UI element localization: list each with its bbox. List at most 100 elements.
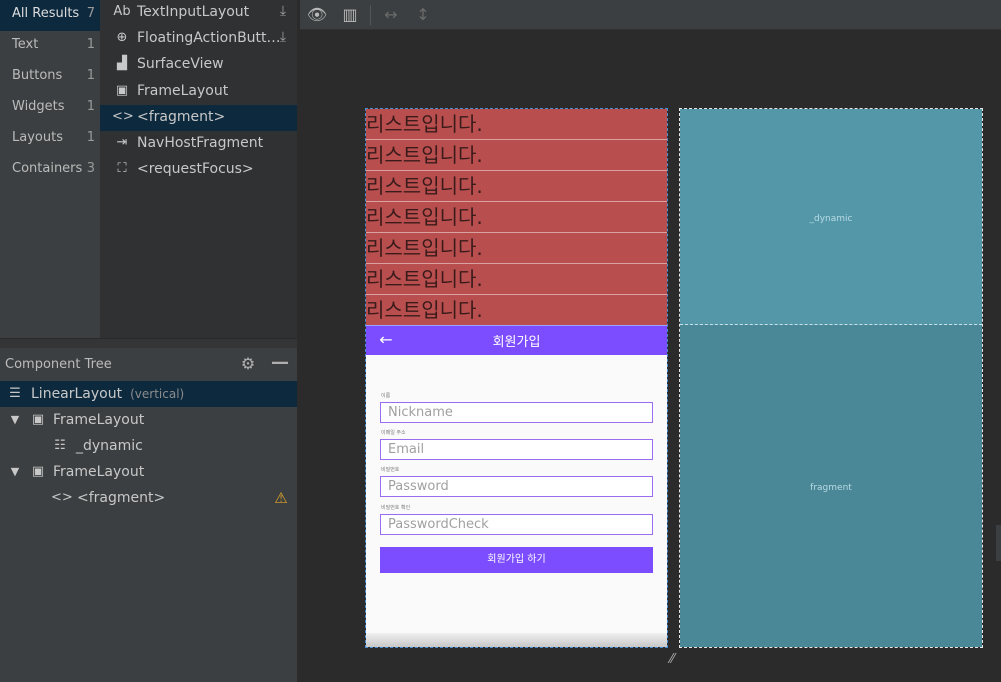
palette-items: Ab TextInputLayout ⤓ ⊕ FloatingActionBut… [100, 0, 297, 338]
frame-layout-icon: ▣ [31, 412, 45, 427]
horizontal-expand-icon[interactable]: ↔ [380, 4, 402, 26]
tree-node-label-wrap: LinearLayout (vertical) [31, 381, 184, 407]
category-label: Text [12, 37, 39, 52]
palette-item-textinputlayout[interactable]: Ab TextInputLayout ⤓ [100, 0, 297, 26]
signup-form: 이름 Nickname 이메일 주소 Email 비밀번호 Password 비… [366, 355, 667, 647]
frame-layout-icon: ▣ [115, 82, 129, 98]
nickname-field[interactable]: Nickname [380, 402, 653, 423]
palette-panel: All Results 7 Text 1 Buttons 1 Widgets 1 Lay… [0, 0, 297, 338]
blueprint-toggle-icon[interactable]: ▥ [339, 4, 361, 26]
category-label: All Results [12, 6, 80, 21]
dynamic-list-preview[interactable]: 리스트입니다. 리스트입니다. 리스트입니다. 리스트입니다. 리스트입니다. … [366, 109, 667, 325]
frame-layout-icon: ▣ [31, 464, 45, 479]
tree-node-label: FrameLayout [53, 412, 145, 428]
design-preview[interactable]: 리스트입니다. 리스트입니다. 리스트입니다. 리스트입니다. 리스트입니다. … [365, 108, 668, 648]
list-icon: ☷ [54, 438, 66, 453]
palette-item-label: FloatingActionButt… [137, 30, 281, 47]
design-toolbar: 👁 ▥ ↔ ↕ [300, 0, 1001, 30]
panel-title: Component Tree [5, 357, 112, 372]
category-label: Buttons [12, 68, 63, 83]
tree-node-fragment[interactable]: <> <fragment> ⚠ [0, 485, 297, 511]
scrollbar[interactable] [996, 525, 1001, 561]
palette-item-navhostfragment[interactable]: ⇥ NavHostFragment [100, 131, 297, 157]
tree-node-label: FrameLayout [53, 464, 145, 480]
plus-circle-icon: ⊕ [116, 30, 128, 46]
component-tree-header: Component Tree ⚙ — [0, 348, 297, 381]
panel-splitter[interactable] [0, 338, 297, 348]
list-item: 리스트입니다. [366, 202, 667, 233]
expand-arrow-icon[interactable]: ▼ [8, 407, 22, 433]
blueprint-fragment-frame[interactable]: fragment [680, 325, 982, 647]
surface-view-icon: ▟ [117, 56, 127, 72]
field-label: 비밀번호 [381, 467, 400, 473]
palette-item-label: <fragment> [137, 108, 226, 125]
gear-icon[interactable]: ⚙ [239, 355, 257, 373]
blueprint-label: fragment [810, 483, 852, 493]
tree-node-framelayout-1[interactable]: ▼ ▣ FrameLayout [0, 407, 297, 433]
palette-item-surfaceview[interactable]: ▟ SurfaceView [100, 52, 297, 78]
category-all-results[interactable]: All Results 7 [0, 0, 100, 31]
list-item: 리스트입니다. [366, 233, 667, 264]
field-label: 이름 [381, 393, 391, 399]
category-layouts[interactable]: Layouts 1 [0, 124, 100, 155]
email-field[interactable]: Email [380, 439, 653, 460]
nav-host-icon: ⇥ [116, 134, 128, 150]
toolbar-divider [370, 5, 371, 25]
palette-item-label: FrameLayout [137, 82, 229, 99]
app-bar-title: 회원가입 [492, 335, 541, 350]
list-item: 리스트입니다. [366, 171, 667, 202]
category-count: 1 [86, 130, 95, 145]
vertical-expand-icon[interactable]: ↕ [412, 4, 434, 26]
tree-node-framelayout-2[interactable]: ▼ ▣ FrameLayout [0, 459, 297, 485]
expand-arrow-icon[interactable]: ▼ [8, 459, 22, 485]
palette-item-label: SurfaceView [137, 56, 224, 73]
category-buttons[interactable]: Buttons 1 [0, 62, 100, 93]
eye-icon[interactable]: 👁 [306, 4, 328, 26]
palette-item-label: TextInputLayout [137, 4, 250, 20]
app-bar: ← 회원가입 [366, 325, 667, 355]
password-check-field[interactable]: PasswordCheck [380, 514, 653, 535]
palette-item-fragment[interactable]: <> <fragment> [100, 104, 297, 131]
tree-node-dynamic[interactable]: ☷ _dynamic [0, 433, 297, 459]
field-label: 비밀번호 확인 [381, 505, 411, 511]
palette-categories: All Results 7 Text 1 Buttons 1 Widgets 1 Lay… [0, 0, 100, 338]
category-count: 1 [86, 68, 95, 83]
blueprint-label: _dynamic [809, 214, 853, 224]
palette-item-label: NavHostFragment [137, 134, 264, 151]
category-widgets[interactable]: Widgets 1 [0, 93, 100, 124]
blueprint-dynamic-frame[interactable]: _dynamic [680, 109, 982, 325]
category-label: Widgets [12, 99, 65, 114]
palette-item-requestfocus[interactable]: ⛶ <requestFocus> [100, 157, 297, 183]
category-label: Layouts [12, 130, 63, 145]
bottom-edge [366, 633, 667, 647]
category-containers[interactable]: Containers 3 [0, 155, 100, 186]
code-brackets-icon: <> [51, 490, 73, 505]
category-count: 1 [86, 99, 95, 114]
resize-handle-icon[interactable]: ⁄⁄ [670, 652, 692, 670]
field-label: 이메일 주소 [381, 430, 406, 436]
blueprint-preview[interactable]: _dynamic fragment [679, 108, 983, 648]
palette-item-floatingactionbutton[interactable]: ⊕ FloatingActionButt… ⤓ [100, 26, 297, 52]
category-label: Containers [12, 161, 83, 176]
category-count: 7 [86, 6, 95, 21]
password-field[interactable]: Password [380, 476, 653, 497]
minimize-icon[interactable]: — [271, 354, 289, 373]
warning-icon[interactable]: ⚠ [272, 489, 290, 507]
palette-item-label: <requestFocus> [137, 161, 254, 178]
download-icon[interactable]: ⤓ [275, 28, 291, 46]
tree-node-label: LinearLayout [31, 386, 123, 402]
focus-frame-icon: ⛶ [117, 161, 127, 177]
signup-button[interactable]: 회원가입 하기 [380, 547, 653, 573]
tree-node-label: _dynamic [76, 438, 143, 454]
list-item: 리스트입니다. [366, 298, 483, 322]
text-ab-icon: Ab [113, 4, 131, 19]
category-text[interactable]: Text 1 [0, 31, 100, 62]
tree-node-linearlayout[interactable]: ☰ LinearLayout (vertical) [0, 381, 297, 407]
list-item: 리스트입니다. [366, 140, 667, 171]
component-tree-panel: Component Tree ⚙ — ☰ LinearLayout (vertic… [0, 348, 297, 682]
palette-item-framelayout[interactable]: ▣ FrameLayout [100, 79, 297, 105]
download-icon[interactable]: ⤓ [275, 2, 291, 20]
tree-node-meta: (vertical) [130, 387, 185, 401]
layout-editor: All Results 7 Text 1 Buttons 1 Widgets 1 Lay… [0, 0, 1001, 682]
list-item: 리스트입니다. [366, 264, 667, 295]
